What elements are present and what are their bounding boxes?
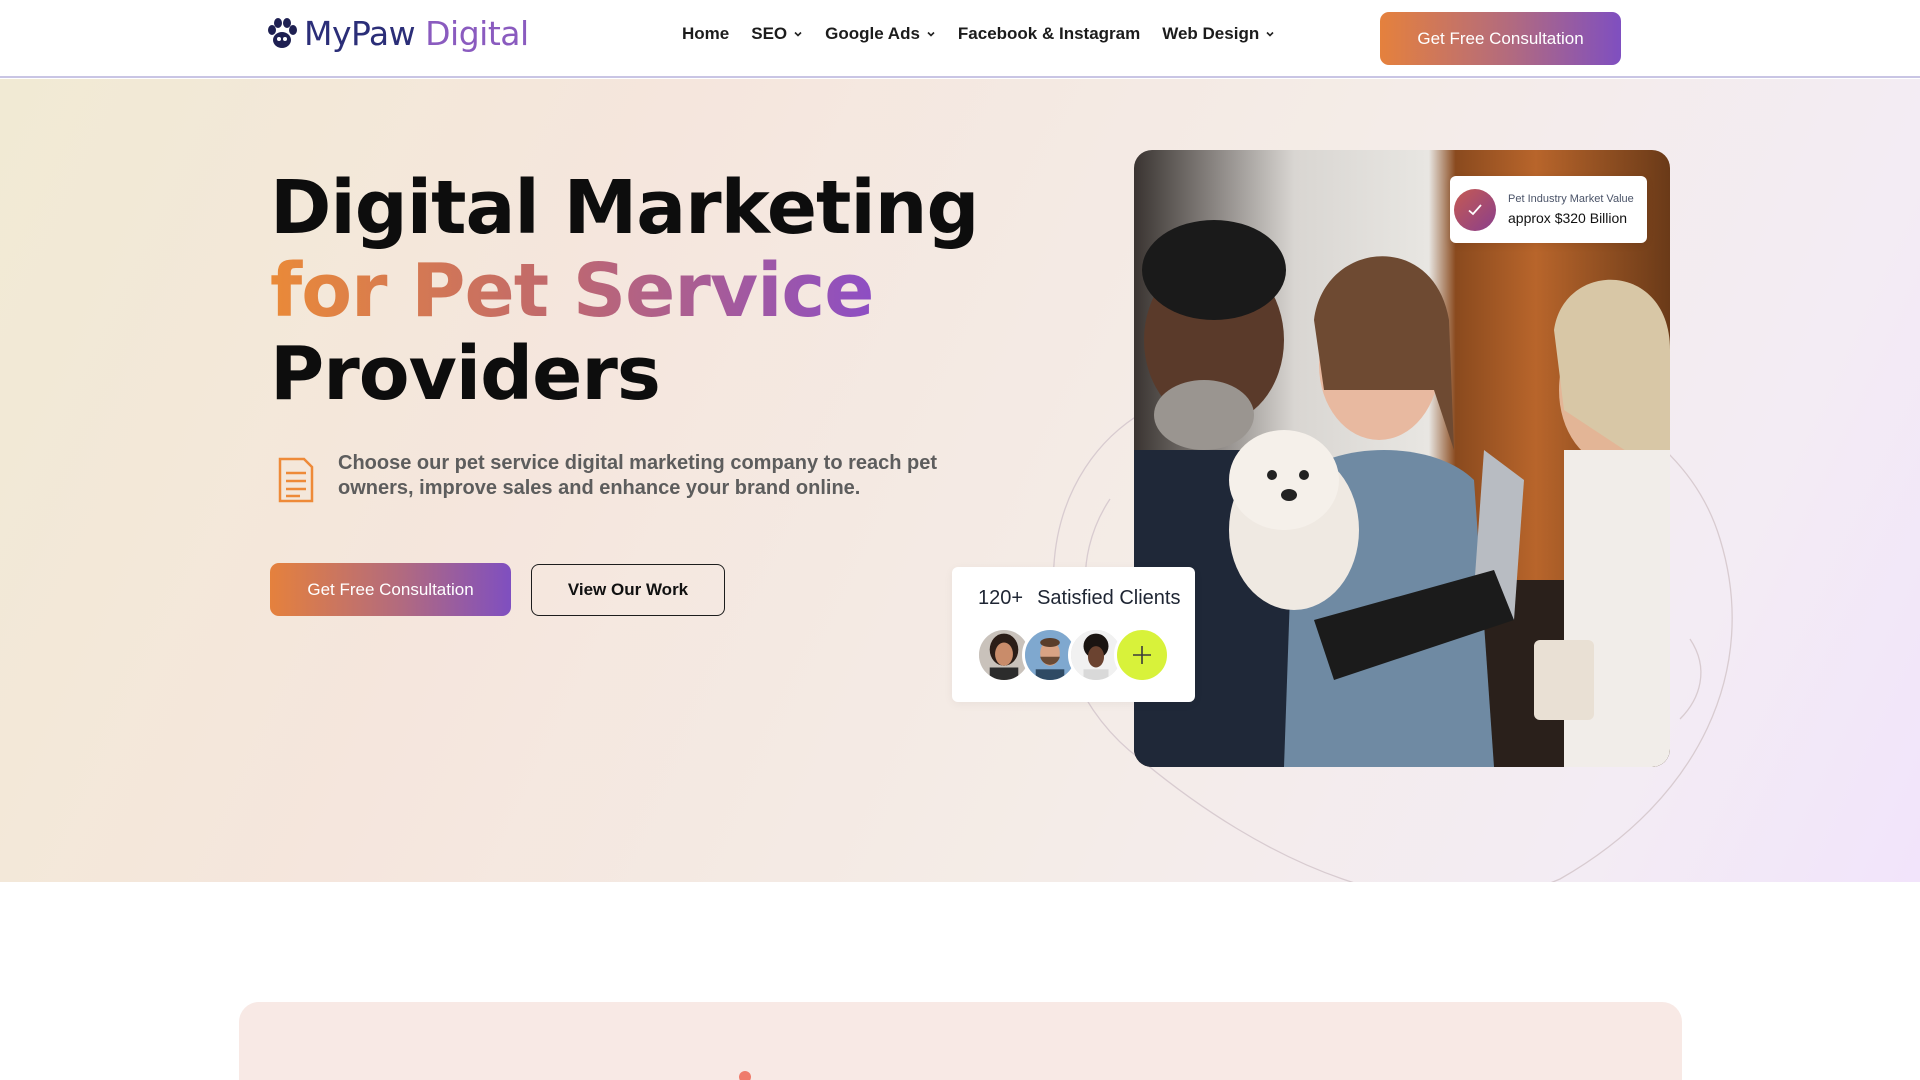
logo-digital: Digital [425,14,529,53]
logo-text: MyPaw Digital [304,14,529,53]
clients-card: 120+ Satisfied Clients [952,567,1195,702]
plus-icon[interactable] [1114,627,1170,683]
nav-item-label: SEO [751,24,788,43]
chevron-down-icon [794,31,802,37]
market-label: Pet Industry Market Value [1508,193,1634,205]
nav-item-seo[interactable]: SEO [751,24,803,44]
market-value: approx $320 Billion [1508,210,1628,226]
header-consultation-button[interactable]: Get Free Consultation [1380,12,1621,65]
main-nav: Home SEO Google Ads Facebook & Instagram… [682,24,1275,44]
nav-item-home[interactable]: Home [682,24,729,44]
check-icon [1454,188,1496,231]
nav-item-label: Web Design [1162,24,1260,43]
hero-description: Choose our pet service digital marketing… [338,452,938,499]
clients-title: 120+ Satisfied Clients [978,587,1180,610]
logo-my: MyPaw [304,14,416,53]
chevron-down-icon [1266,31,1274,37]
clients-label: Satisfied Clients [1037,587,1181,609]
hero-section: Digital Marketing for Pet Service Provid… [0,79,1920,882]
paw-icon [268,17,297,48]
hero-consultation-button[interactable]: Get Free Consultation [270,563,511,616]
nav-item-web-design[interactable]: Web Design [1162,24,1275,44]
hero-title: Digital Marketing for Pet Service Provid… [270,165,979,417]
hero-description-block: Choose our pet service digital marketing… [274,451,938,505]
nav-item-facebook-instagram[interactable]: Facebook & Instagram [958,24,1140,44]
market-value-card: Pet Industry Market Value approx $320 Bi… [1450,176,1647,243]
clients-count: 120+ [978,587,1024,609]
logo[interactable]: MyPaw Digital [264,14,529,53]
client-avatars [976,627,1170,683]
nav-item-label: Facebook & Instagram [957,24,1141,43]
chevron-down-icon [927,31,935,37]
hero-title-line3: Providers [270,331,661,417]
view-work-button[interactable]: View Our Work [531,564,725,616]
hero-title-line2: for Pet Service [270,248,874,334]
market-text: Pet Industry Market Value approx $320 Bi… [1508,193,1634,226]
site-header: MyPaw Digital Home SEO Google Ads Facebo… [0,0,1920,78]
nav-item-label: Google Ads [825,24,920,43]
document-icon [278,457,314,503]
hero-title-line1: Digital Marketing [270,165,979,251]
nav-item-label: Home [682,24,730,43]
decorative-dot [739,1071,751,1080]
nav-item-google-ads[interactable]: Google Ads [825,24,936,44]
next-section-card [239,1002,1682,1080]
